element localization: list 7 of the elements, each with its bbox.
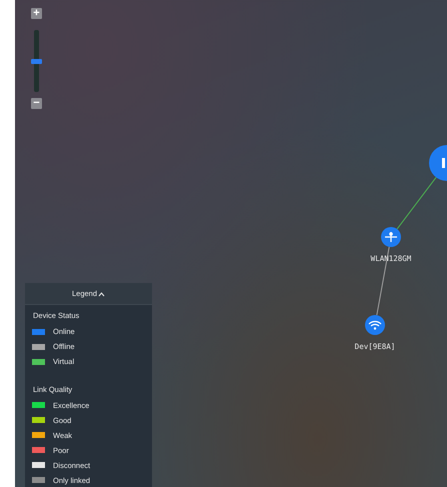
wifi-node[interactable] [365,315,385,335]
zoom-slider[interactable] [34,30,39,92]
zoom-in-button[interactable]: + [31,8,42,19]
mesh-node[interactable] [381,227,401,247]
zoom-out-button[interactable]: − [31,98,42,109]
zoom-slider-thumb[interactable] [31,58,42,64]
router-node[interactable] [429,145,447,181]
